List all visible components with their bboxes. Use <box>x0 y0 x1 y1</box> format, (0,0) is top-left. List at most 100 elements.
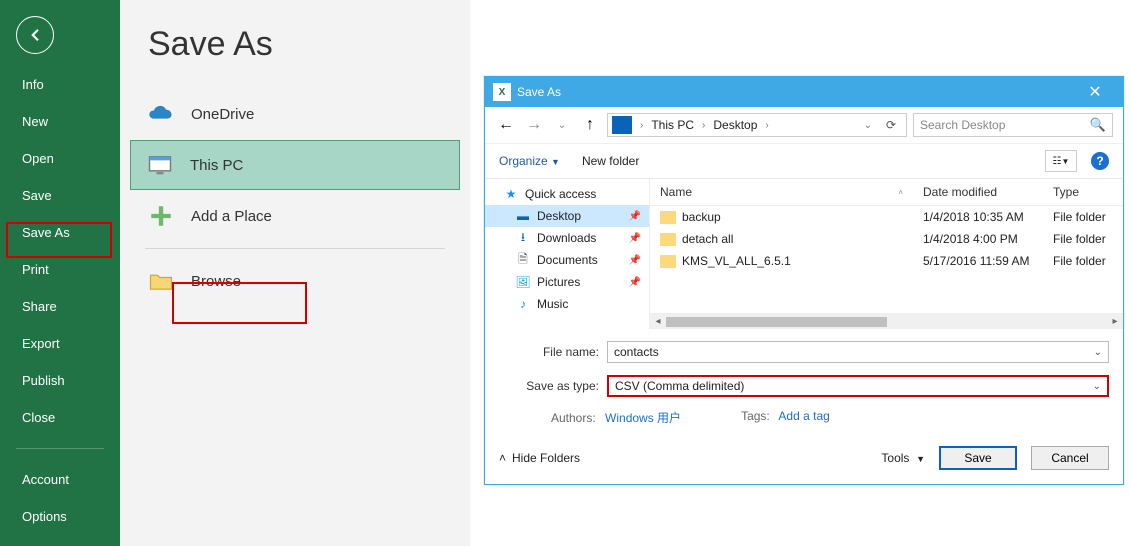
desktop-icon: ▬ <box>515 208 531 224</box>
file-list: Name ˄ Date modified Type backup 1/4/201… <box>650 179 1123 329</box>
scroll-thumb[interactable] <box>666 317 887 327</box>
location-list: OneDrive This PC Add a Place Browse <box>130 88 460 307</box>
chevron-up-icon: ˄ <box>499 451 506 465</box>
folder-icon <box>147 267 175 295</box>
nav-close[interactable]: Close <box>0 399 120 436</box>
saveastype-select[interactable]: CSV (Comma delimited) ⌄ <box>607 375 1109 397</box>
pin-icon: 📌 <box>629 211 641 222</box>
pin-icon: 📌 <box>629 277 641 288</box>
dialog-footer: File name: contacts ⌄ Save as type: CSV … <box>485 329 1123 484</box>
nav-tree: ★ Quick access ▬ Desktop 📌 ⭳ Downloads 📌… <box>485 179 650 329</box>
plus-icon <box>147 202 175 230</box>
nav-publish[interactable]: Publish <box>0 362 120 399</box>
tree-desktop[interactable]: ▬ Desktop 📌 <box>485 205 649 227</box>
nav-new[interactable]: New <box>0 103 120 140</box>
button-row: ˄ Hide Folders Tools ▼ Save Cancel <box>499 446 1109 470</box>
tree-quickaccess[interactable]: ★ Quick access <box>485 183 649 205</box>
tags-value[interactable]: Add a tag <box>778 409 829 423</box>
thispc-label: This PC <box>190 157 243 174</box>
nav-forward-button[interactable]: → <box>523 116 545 134</box>
arrow-left-icon <box>26 26 44 44</box>
folder-icon <box>660 233 676 246</box>
nav-separator <box>16 448 104 449</box>
chevron-down-icon[interactable]: ⌄ <box>1093 381 1101 392</box>
authors-value[interactable]: Windows 用户 <box>605 411 681 425</box>
header-date[interactable]: Date modified <box>913 179 1043 205</box>
chevron-right-icon: › <box>698 120 709 131</box>
tree-documents[interactable]: 🗎 Documents 📌 <box>485 249 649 271</box>
page-title: Save As <box>130 25 460 64</box>
location-browse[interactable]: Browse <box>130 255 460 307</box>
tree-pictures[interactable]: 🖼 Pictures 📌 <box>485 271 649 293</box>
chevron-down-icon[interactable]: ⌄ <box>860 120 876 131</box>
chevron-down-icon: ▼ <box>1062 157 1070 166</box>
nav-share[interactable]: Share <box>0 288 120 325</box>
view-button[interactable]: ☷ ▼ <box>1045 150 1077 172</box>
dialog-close-button[interactable]: ✕ <box>1075 82 1115 102</box>
location-thispc[interactable]: This PC <box>130 140 460 190</box>
scroll-track[interactable] <box>666 316 1107 328</box>
save-button[interactable]: Save <box>939 446 1017 470</box>
file-row[interactable]: backup 1/4/2018 10:35 AM File folder <box>650 206 1123 228</box>
tree-downloads[interactable]: ⭳ Downloads 📌 <box>485 227 649 249</box>
location-addplace[interactable]: Add a Place <box>130 190 460 242</box>
tree-music[interactable]: ♪ Music <box>485 293 649 315</box>
chevron-right-icon: › <box>636 120 647 131</box>
nav-export[interactable]: Export <box>0 325 120 362</box>
backstage-main: Save As OneDrive This PC Add a Place <box>120 0 470 546</box>
file-name: KMS_VL_ALL_6.5.1 <box>682 254 791 268</box>
address-bar[interactable]: › This PC › Desktop › ⌄ ⟳ <box>607 113 907 137</box>
file-row[interactable]: detach all 1/4/2018 4:00 PM File folder <box>650 228 1123 250</box>
view-icon: ☷ <box>1053 156 1062 167</box>
scroll-right-button[interactable]: ▸ <box>1107 316 1123 327</box>
organize-button[interactable]: Organize ▼ <box>499 154 560 168</box>
nav-back-button[interactable]: ← <box>495 116 517 134</box>
scroll-left-button[interactable]: ◂ <box>650 316 666 327</box>
nav-options[interactable]: Options <box>0 498 120 535</box>
search-input[interactable] <box>920 118 1080 132</box>
tree-label: Pictures <box>537 275 580 289</box>
nav-saveas[interactable]: Save As <box>0 214 120 251</box>
file-date: 1/4/2018 4:00 PM <box>913 230 1043 248</box>
dialog-title: Save As <box>517 85 561 99</box>
metadata-row: Authors: Windows 用户 Tags: Add a tag <box>499 409 1109 426</box>
breadcrumb-desktop[interactable]: Desktop <box>713 118 757 132</box>
nav-info[interactable]: Info <box>0 66 120 103</box>
cancel-button[interactable]: Cancel <box>1031 446 1109 470</box>
nav-print[interactable]: Print <box>0 251 120 288</box>
tree-label: Music <box>537 297 568 311</box>
file-type: File folder <box>1043 252 1123 270</box>
location-onedrive[interactable]: OneDrive <box>130 88 460 140</box>
filename-label: File name: <box>499 345 599 359</box>
location-separator <box>145 248 445 249</box>
saveastype-row: Save as type: CSV (Comma delimited) ⌄ <box>499 375 1109 397</box>
nav-open[interactable]: Open <box>0 140 120 177</box>
nav-recent-button[interactable]: ⌄ <box>551 120 573 131</box>
horizontal-scrollbar[interactable]: ◂ ▸ <box>650 313 1123 329</box>
header-name[interactable]: Name ˄ <box>650 179 913 205</box>
dialog-titlebar: X Save As ✕ <box>485 77 1123 107</box>
onedrive-icon <box>147 100 175 128</box>
nav-save[interactable]: Save <box>0 177 120 214</box>
file-date: 5/17/2016 11:59 AM <box>913 252 1043 270</box>
search-box[interactable]: 🔍 <box>913 113 1113 137</box>
hidefolders-button[interactable]: ˄ Hide Folders <box>499 451 580 465</box>
file-row[interactable]: KMS_VL_ALL_6.5.1 5/17/2016 11:59 AM File… <box>650 250 1123 272</box>
refresh-button[interactable]: ⟳ <box>880 118 902 132</box>
command-bar: Organize ▼ New folder ☷ ▼ ? <box>485 144 1123 179</box>
folder-icon <box>660 211 676 224</box>
help-button[interactable]: ? <box>1091 152 1109 170</box>
nav-account[interactable]: Account <box>0 461 120 498</box>
tools-button[interactable]: Tools ▼ <box>881 451 925 465</box>
chevron-down-icon[interactable]: ⌄ <box>1094 347 1102 358</box>
breadcrumb-thispc[interactable]: This PC <box>651 118 694 132</box>
saveastype-label: Save as type: <box>499 379 599 393</box>
back-button[interactable] <box>16 16 54 54</box>
newfolder-button[interactable]: New folder <box>582 154 639 168</box>
backstage-sidebar: Info New Open Save Save As Print Share E… <box>0 0 120 546</box>
header-type[interactable]: Type <box>1043 179 1123 205</box>
document-icon: 🗎 <box>515 252 531 268</box>
filename-input[interactable]: contacts ⌄ <box>607 341 1109 363</box>
nav-up-button[interactable]: ↑ <box>579 116 601 134</box>
file-rows: backup 1/4/2018 10:35 AM File folder det… <box>650 206 1123 313</box>
